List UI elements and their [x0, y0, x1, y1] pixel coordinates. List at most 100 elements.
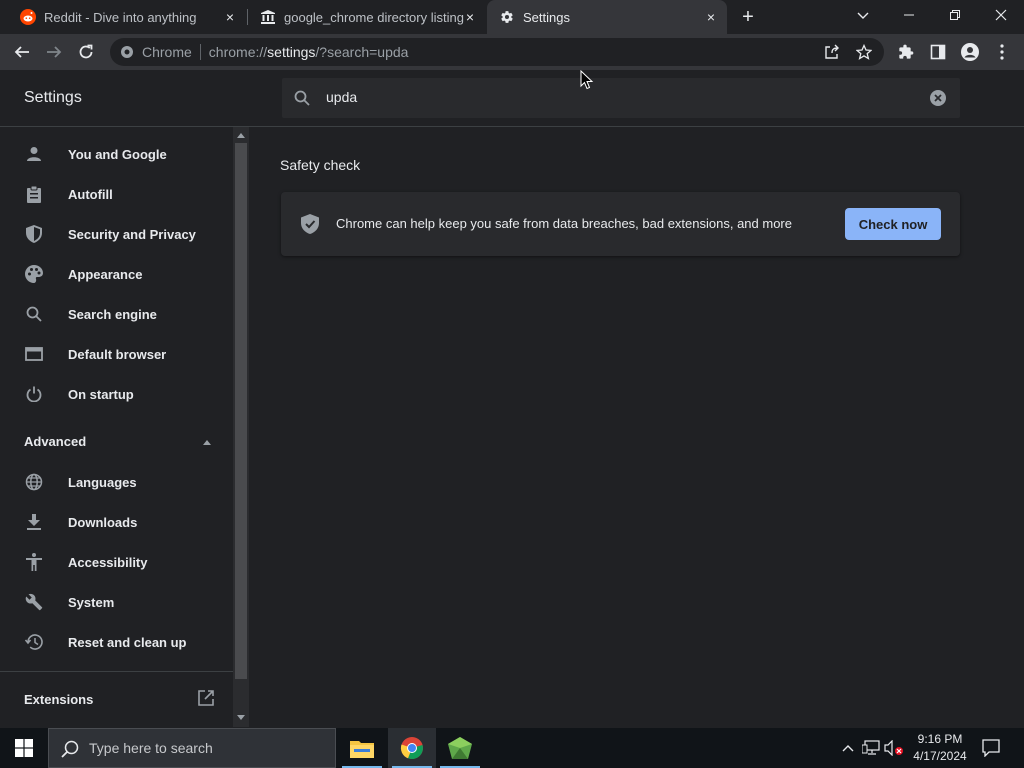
sidebar-item-security-and-privacy[interactable]: Security and Privacy	[0, 214, 233, 254]
profile-avatar-icon[interactable]	[956, 38, 984, 66]
open-in-new-icon[interactable]	[198, 690, 216, 708]
scroll-thumb[interactable]	[235, 143, 247, 679]
sidebar-item-autofill[interactable]: Autofill	[0, 174, 233, 214]
forward-button[interactable]	[40, 38, 68, 66]
sidebar-item-label: Reset and clean up	[68, 634, 187, 650]
sidebar-item-label: Accessibility	[68, 554, 148, 570]
settings-main: Safety check Chrome can help keep you sa…	[249, 127, 1024, 727]
section-title: Safety check	[280, 157, 361, 173]
network-icon[interactable]	[861, 738, 881, 758]
restore-button[interactable]	[932, 0, 978, 30]
close-icon[interactable]: ×	[703, 9, 719, 25]
url-host: settings	[267, 44, 316, 60]
sidebar-item-extensions[interactable]: Extensions	[24, 692, 93, 707]
shield-icon	[24, 224, 44, 244]
safety-check-card: Chrome can help keep you safe from data …	[281, 192, 960, 256]
system-clock[interactable]: 9:16 PM 4/17/2024	[908, 731, 972, 765]
sidebar-item-label: Search engine	[68, 306, 157, 322]
site-label: Chrome	[142, 44, 192, 60]
chrome-taskbar-icon[interactable]	[388, 728, 436, 768]
sidebar-item-search-engine[interactable]: Search engine	[0, 294, 233, 334]
sidebar-item-label: System	[68, 594, 115, 610]
address-bar[interactable]: Chrome chrome://settings/?search=upda	[110, 38, 884, 66]
mouse-cursor-icon	[580, 69, 594, 90]
sidebar-item-downloads[interactable]: Downloads	[0, 502, 233, 542]
sidebar-item-reset-and-clean-up[interactable]: Reset and clean up	[0, 622, 233, 662]
url-path: /?search=upda	[315, 44, 409, 60]
share-icon[interactable]	[824, 44, 840, 60]
omnibox-divider	[199, 44, 201, 60]
close-window-button[interactable]	[978, 0, 1024, 30]
person-icon	[24, 144, 44, 164]
scroll-up-arrow-icon[interactable]	[237, 133, 245, 138]
side-panel-icon[interactable]	[924, 38, 952, 66]
minimize-button[interactable]	[886, 0, 932, 30]
tab-strip: Reddit - Dive into anything × google_chr…	[0, 0, 1024, 34]
new-tab-button[interactable]: +	[737, 6, 759, 28]
accessibility-icon	[24, 552, 44, 572]
sidebar-advanced-toggle[interactable]: Advanced	[24, 434, 214, 449]
bank-icon	[260, 9, 276, 25]
tab-title: Settings	[523, 9, 570, 25]
browser-icon	[24, 344, 44, 364]
clear-search-icon[interactable]	[930, 90, 946, 106]
sidebar-item-on-startup[interactable]: On startup	[0, 374, 233, 414]
search-icon	[24, 304, 44, 324]
volume-muted-icon[interactable]	[884, 738, 904, 758]
chevron-up-icon[interactable]	[838, 738, 858, 758]
close-icon[interactable]: ×	[222, 9, 238, 25]
windows-logo-icon	[15, 739, 33, 757]
tab-settings[interactable]: Settings ×	[487, 0, 727, 34]
bookmark-star-icon[interactable]	[855, 43, 873, 60]
sidebar-item-languages[interactable]: Languages	[0, 462, 233, 502]
chrome-site-icon[interactable]	[120, 45, 134, 59]
tab-title: google_chrome directory listing	[284, 9, 464, 25]
back-button[interactable]	[8, 38, 36, 66]
settings-header: Settings	[0, 70, 1024, 127]
gear-icon	[499, 9, 515, 25]
app-taskbar-icon[interactable]	[436, 728, 484, 768]
sidebar-item-accessibility[interactable]: Accessibility	[0, 542, 233, 582]
sidebar-item-default-browser[interactable]: Default browser	[0, 334, 233, 374]
tab-reddit[interactable]: Reddit - Dive into anything ×	[8, 0, 246, 34]
palette-icon	[24, 264, 44, 284]
clipboard-icon	[24, 184, 44, 204]
download-icon	[24, 512, 44, 532]
menu-kebab-icon[interactable]	[988, 38, 1016, 66]
sidebar-item-appearance[interactable]: Appearance	[0, 254, 233, 294]
scroll-down-arrow-icon[interactable]	[237, 715, 245, 720]
start-button[interactable]	[0, 728, 48, 768]
url-text[interactable]: chrome://settings/?search=upda	[209, 44, 409, 60]
sidebar-divider	[0, 671, 233, 672]
reddit-icon	[20, 9, 36, 25]
page-title: Settings	[24, 89, 82, 106]
sidebar-item-label: Appearance	[68, 266, 143, 282]
check-now-button[interactable]: Check now	[845, 208, 941, 240]
settings-search-box[interactable]	[282, 78, 960, 118]
history-icon	[24, 632, 44, 652]
search-icon	[61, 740, 79, 758]
sidebar-item-system[interactable]: System	[0, 582, 233, 622]
sidebar-item-you-and-google[interactable]: You and Google	[0, 134, 233, 174]
windows-taskbar: Type here to search 9:16 PM 4/17/2024	[0, 728, 1024, 768]
close-icon[interactable]: ×	[462, 9, 478, 25]
tab-search-chevron-icon[interactable]	[840, 0, 886, 30]
tab-title: Reddit - Dive into anything	[44, 9, 197, 25]
extensions-puzzle-icon[interactable]	[892, 38, 920, 66]
reload-button[interactable]	[72, 38, 100, 66]
sidebar-item-label: Autofill	[68, 186, 113, 202]
wrench-icon	[24, 592, 44, 612]
chevron-up-icon[interactable]	[203, 440, 211, 445]
taskbar-search-box[interactable]: Type here to search	[48, 728, 336, 768]
globe-icon	[24, 472, 44, 492]
sidebar-item-label: Security and Privacy	[68, 226, 196, 242]
settings-sidebar: You and Google Autofill Security and Pri…	[0, 127, 233, 727]
notifications-icon[interactable]	[981, 738, 1001, 758]
settings-search-input[interactable]	[326, 89, 906, 105]
taskbar-search-placeholder: Type here to search	[89, 740, 213, 756]
sidebar-scrollbar[interactable]	[233, 127, 249, 727]
sidebar-item-label: You and Google	[68, 146, 167, 162]
file-explorer-taskbar-icon[interactable]	[338, 728, 386, 768]
clock-time: 9:16 PM	[917, 732, 963, 746]
tab-directory-listing[interactable]: google_chrome directory listing ×	[248, 0, 486, 34]
